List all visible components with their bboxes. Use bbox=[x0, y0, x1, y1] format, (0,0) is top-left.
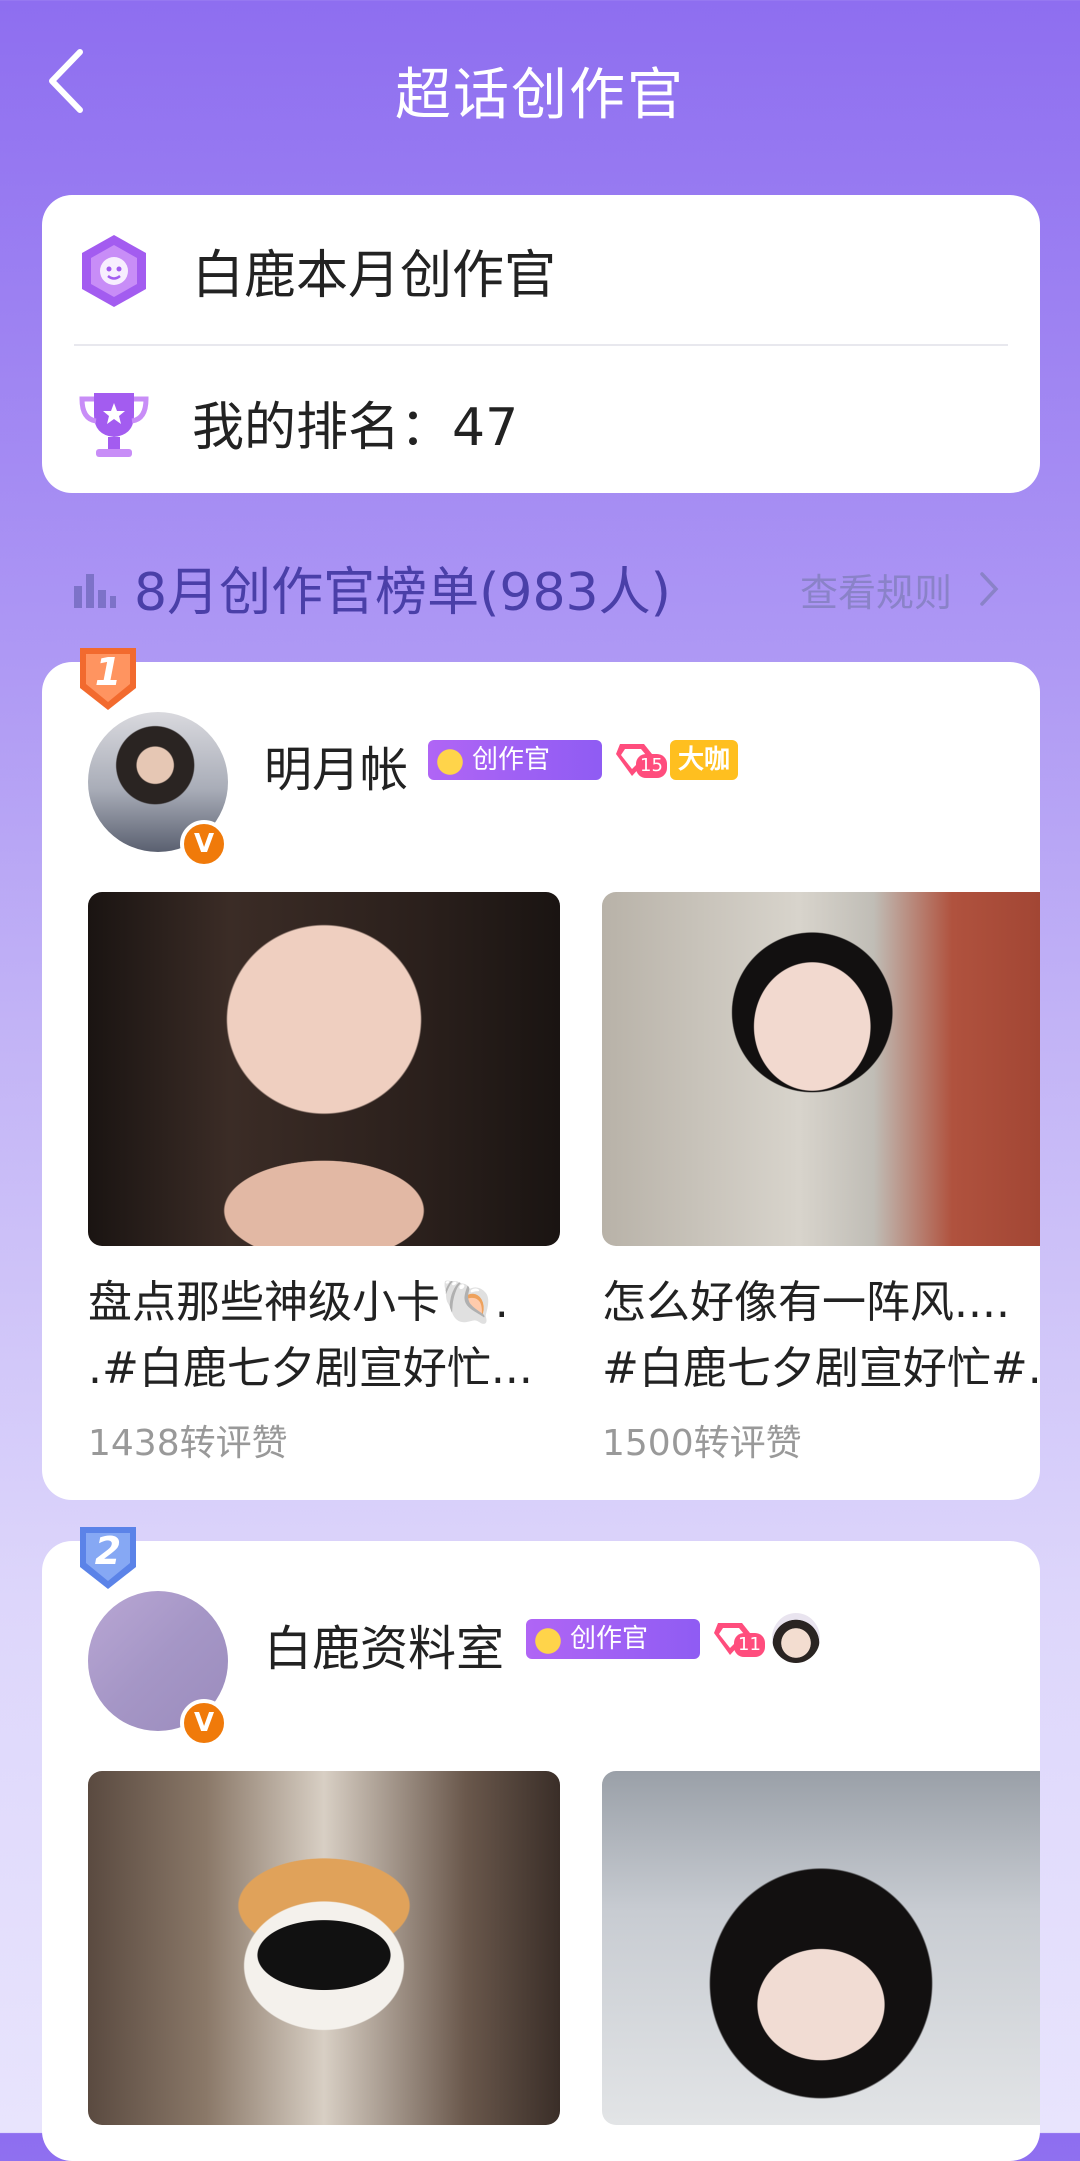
post-text[interactable]: 盘点那些神级小卡🐚. .#白鹿七夕剧宣好忙... bbox=[88, 1270, 568, 1402]
post-text-line: 怎么好像有一阵风.... bbox=[602, 1277, 1010, 1328]
my-rank: 我的排名：47 bbox=[192, 385, 518, 460]
creator-badge: 创作官 bbox=[526, 1619, 700, 1659]
post-text-line: #白鹿七夕剧宣好忙#. bbox=[602, 1343, 1040, 1394]
post-text-line: .#白鹿七夕剧宣好忙... bbox=[88, 1343, 533, 1394]
fan-medal-icon bbox=[772, 1613, 820, 1663]
leaderboard-entry-1[interactable]: V 明月帐 创作官 15 大咖 盘点那些神级小卡🐚. .#白鹿七夕剧宣好忙...… bbox=[42, 662, 1040, 1500]
level-number: 15 bbox=[636, 754, 667, 778]
verified-badge: V bbox=[180, 1699, 228, 1747]
level-badge: 15 bbox=[614, 738, 667, 782]
level-number: 11 bbox=[734, 1633, 765, 1657]
post-thumbnail[interactable] bbox=[88, 892, 560, 1246]
bar-chart-icon bbox=[74, 574, 116, 608]
level-badge: 11 bbox=[712, 1617, 765, 1661]
post-text-line: 盘点那些神级小卡🐚. bbox=[88, 1277, 509, 1328]
rank-badge: 1 bbox=[74, 644, 142, 714]
view-rules-link[interactable]: 查看规则 bbox=[800, 562, 952, 617]
summary-card: 白鹿本月创作官 我的排名：47 bbox=[42, 195, 1040, 493]
my-rank-label: 我的排名： bbox=[192, 398, 453, 458]
divider bbox=[74, 344, 1008, 346]
post-thumbnail[interactable] bbox=[88, 1771, 560, 2125]
trophy-icon bbox=[79, 393, 149, 457]
post-text[interactable]: 怎么好像有一阵风.... #白鹿七夕剧宣好忙#. bbox=[602, 1270, 1040, 1402]
user-name[interactable]: 明月帐 bbox=[264, 730, 408, 800]
my-rank-value: 47 bbox=[452, 398, 519, 458]
monthly-creator-label: 白鹿本月创作官 bbox=[192, 246, 557, 306]
creator-badge-label: 创作官 bbox=[472, 745, 551, 775]
post-thumbnail[interactable] bbox=[602, 1771, 1040, 2125]
leaderboard-title: 8月创作官榜单(983人) bbox=[134, 563, 671, 623]
chick-icon bbox=[526, 1619, 570, 1659]
rank-number: 1 bbox=[94, 650, 122, 694]
post-thumbnail[interactable] bbox=[602, 892, 1040, 1246]
rank-number: 2 bbox=[94, 1529, 122, 1573]
daka-badge: 大咖 bbox=[670, 740, 738, 780]
chick-icon bbox=[428, 740, 472, 780]
verified-badge: V bbox=[180, 820, 228, 868]
rank-badge: 2 bbox=[74, 1523, 142, 1593]
creator-badge: 创作官 bbox=[428, 740, 602, 780]
chevron-right-icon[interactable] bbox=[978, 570, 1000, 608]
creator-badge-label: 创作官 bbox=[570, 1624, 649, 1654]
post-stats: 1500转评赞 bbox=[602, 1423, 802, 1464]
creator-badge-icon bbox=[82, 235, 146, 307]
page-title: 超话创作官 bbox=[395, 63, 685, 128]
leaderboard-entry-2[interactable]: V 白鹿资料室 创作官 11 bbox=[42, 1541, 1040, 2161]
post-stats: 1438转评赞 bbox=[88, 1423, 288, 1464]
user-name[interactable]: 白鹿资料室 bbox=[264, 1609, 504, 1679]
